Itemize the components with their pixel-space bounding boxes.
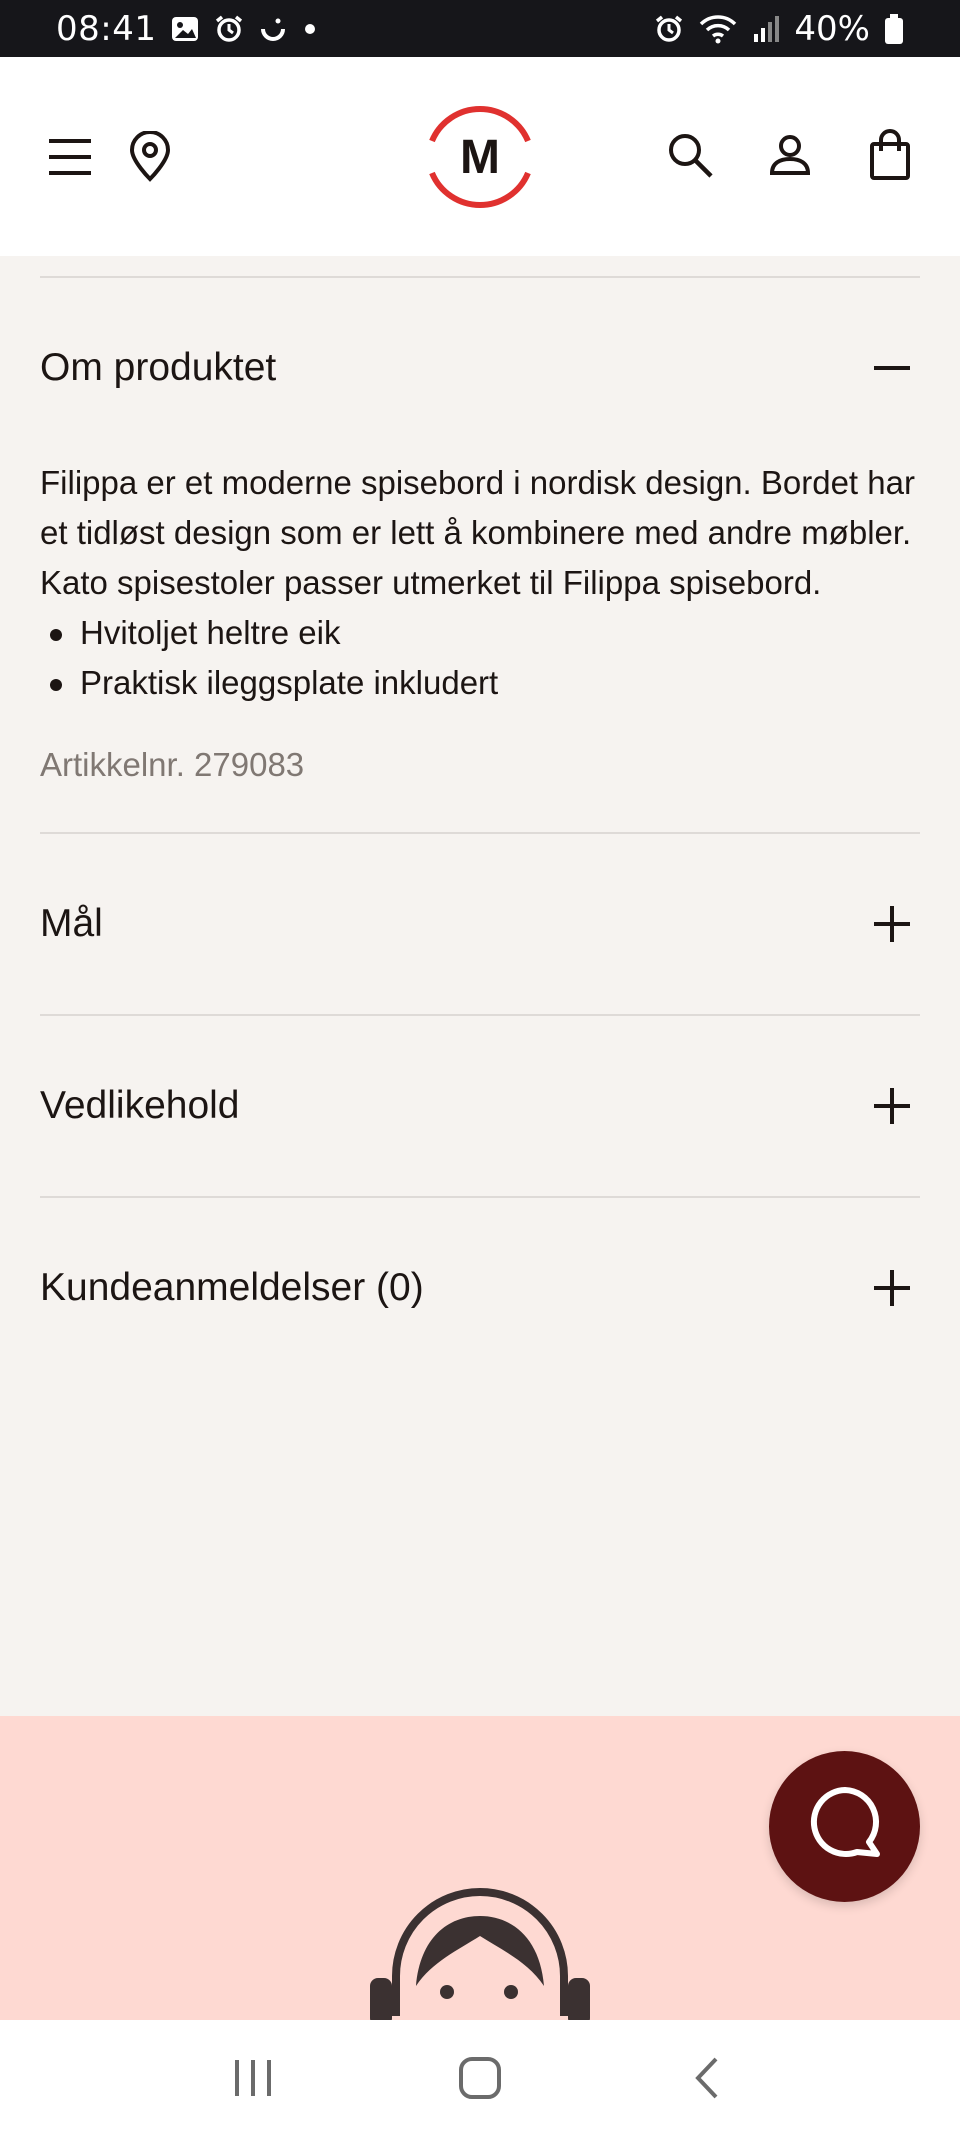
system-nav-bar <box>0 2020 960 2140</box>
expand-icon[interactable] <box>864 896 920 952</box>
recents-icon <box>231 2056 275 2105</box>
chat-button[interactable] <box>769 1751 920 1902</box>
signal-icon <box>752 14 780 44</box>
store-locator-button[interactable] <box>120 127 180 191</box>
expand-icon[interactable] <box>864 1078 920 1134</box>
account-button[interactable] <box>760 127 820 187</box>
accordion-dimensions-header[interactable]: Mål <box>40 834 920 1014</box>
collapse-icon[interactable] <box>864 340 920 396</box>
accordion-reviews-title: Kundeanmeldelser (0) <box>40 1266 424 1309</box>
back-button[interactable] <box>657 2040 757 2120</box>
accordion-care-header[interactable]: Vedlikehold <box>40 1016 920 1196</box>
smile-icon <box>258 14 288 44</box>
article-number: Artikkelnr. 279083 <box>40 746 305 783</box>
accordion-about-title: Om produktet <box>40 346 277 389</box>
shopping-bag-icon <box>869 128 911 186</box>
accordion-care-title: Vedlikehold <box>40 1084 240 1127</box>
alarm-icon <box>654 14 684 44</box>
dot-icon <box>302 21 318 37</box>
home-icon <box>457 2055 503 2106</box>
home-button[interactable] <box>430 2040 530 2120</box>
recents-button[interactable] <box>203 2040 303 2120</box>
cart-button[interactable] <box>860 125 920 189</box>
feature-list: Hvitoljet heltre eik Praktisk ileggsplat… <box>40 608 920 708</box>
menu-icon <box>47 134 93 185</box>
status-right: 40% <box>654 9 904 49</box>
accordion-about-body: Filippa er et moderne spisebord i nordis… <box>40 458 920 784</box>
support-agent-illustration <box>370 1888 590 2020</box>
logo[interactable]: M <box>418 95 542 219</box>
feature-item: Praktisk ileggsplate inkludert <box>40 658 920 708</box>
menu-button[interactable] <box>40 129 100 189</box>
account-icon <box>768 133 812 182</box>
search-button[interactable] <box>660 127 720 187</box>
chat-bubble-icon <box>805 1784 885 1869</box>
search-icon <box>666 131 714 184</box>
back-icon <box>692 2055 722 2106</box>
status-time: 08:41 <box>56 8 157 49</box>
gallery-icon <box>170 14 200 44</box>
battery-percent: 40% <box>794 8 870 49</box>
product-description: Filippa er et moderne spisebord i nordis… <box>40 464 915 601</box>
logo-letter: M <box>460 130 500 184</box>
feature-item: Hvitoljet heltre eik <box>40 608 920 658</box>
product-details: Om produktet Filippa er et moderne spise… <box>40 256 920 1378</box>
wifi-icon <box>698 14 738 44</box>
status-bar: 08:41 40% <box>0 0 960 57</box>
location-pin-icon <box>128 129 172 188</box>
status-left: 08:41 <box>56 9 318 49</box>
accordion-dimensions-title: Mål <box>40 902 103 945</box>
battery-icon <box>884 13 904 45</box>
expand-icon[interactable] <box>864 1260 920 1316</box>
accordion-about-header[interactable]: Om produktet <box>40 278 920 458</box>
accordion-reviews-header[interactable]: Kundeanmeldelser (0) <box>40 1198 920 1378</box>
site-header: M <box>0 57 960 256</box>
alarm-icon <box>214 14 244 44</box>
